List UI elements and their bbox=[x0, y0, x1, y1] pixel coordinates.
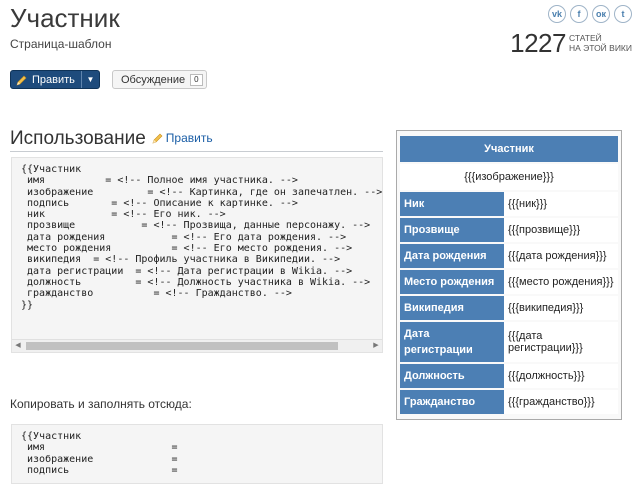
infobox-table: Участник {{{изображение}}} Ник {{{ник}}}… bbox=[400, 134, 618, 416]
facebook-icon[interactable]: f bbox=[570, 5, 588, 23]
pencil-icon bbox=[16, 75, 27, 85]
infobox-title: Участник bbox=[400, 136, 618, 162]
article-count: 1227 bbox=[510, 28, 566, 58]
usage-heading-text: Использование bbox=[10, 128, 146, 149]
heading-divider bbox=[10, 151, 383, 152]
article-count-label: СТАТЕЙ НА ЭТОЙ ВИКИ bbox=[569, 33, 632, 53]
copy-code-text: {{Участник имя = изображение = подпись = bbox=[21, 431, 178, 476]
scroll-right-icon[interactable]: ▶ bbox=[372, 342, 380, 350]
usage-code-block[interactable]: {{Участник имя = <!-- Полное имя участни… bbox=[11, 157, 383, 353]
twitter-icon[interactable]: t bbox=[614, 5, 632, 23]
infobox-label: Прозвище bbox=[400, 218, 504, 242]
infobox-label: Должность bbox=[400, 364, 504, 388]
chevron-down-icon[interactable]: ▼ bbox=[81, 71, 99, 88]
edit-button-group[interactable]: Править ▼ bbox=[10, 70, 100, 89]
infobox-label: Дата рождения bbox=[400, 244, 504, 268]
infobox-value: {{{википедия}}} bbox=[504, 296, 618, 320]
infobox-label: Гражданство bbox=[400, 390, 504, 414]
infobox-row: Дата регистрации {{{дата регистрации}}} bbox=[400, 322, 618, 362]
infobox-row: Ник {{{ник}}} bbox=[400, 192, 618, 216]
pencil-icon bbox=[152, 133, 163, 144]
infobox-row: Прозвище {{{прозвище}}} bbox=[400, 218, 618, 242]
scrollbar-thumb[interactable] bbox=[26, 342, 338, 350]
infobox-row: Гражданство {{{гражданство}}} bbox=[400, 390, 618, 414]
infobox-row: Дата рождения {{{дата рождения}}} bbox=[400, 244, 618, 268]
page-title: Участник bbox=[10, 3, 120, 33]
page-subtitle: Страница-шаблон bbox=[10, 37, 112, 51]
infobox: Участник {{{изображение}}} Ник {{{ник}}}… bbox=[396, 130, 622, 420]
infobox-value: {{{место рождения}}} bbox=[504, 270, 618, 294]
infobox-label: Дата регистрации bbox=[400, 322, 504, 362]
edit-button-label: Править bbox=[32, 73, 75, 86]
talk-button[interactable]: Обсуждение 0 bbox=[112, 70, 207, 89]
infobox-label: Википедия bbox=[400, 296, 504, 320]
infobox-value: {{{прозвище}}} bbox=[504, 218, 618, 242]
section-edit-link[interactable]: Править bbox=[152, 131, 213, 145]
usage-code-text: {{Участник имя = <!-- Полное имя участни… bbox=[21, 164, 383, 311]
scroll-left-icon[interactable]: ◀ bbox=[14, 342, 22, 350]
stats-label-line1: СТАТЕЙ bbox=[568, 33, 602, 43]
infobox-label: Ник bbox=[400, 192, 504, 216]
edit-button[interactable]: Править bbox=[11, 71, 81, 88]
infobox-row: Википедия {{{википедия}}} bbox=[400, 296, 618, 320]
infobox-value: {{{дата рождения}}} bbox=[504, 244, 618, 268]
section-edit-label: Править bbox=[165, 131, 213, 145]
odnoklassniki-icon[interactable]: ок bbox=[592, 5, 610, 23]
social-links: vk f ок t bbox=[548, 5, 632, 23]
vk-icon[interactable]: vk bbox=[548, 5, 566, 23]
copy-code-block[interactable]: {{Участник имя = изображение = подпись = bbox=[11, 424, 383, 484]
infobox-value: {{{должность}}} bbox=[504, 364, 618, 388]
infobox-value: {{{ник}}} bbox=[504, 192, 618, 216]
infobox-row: Должность {{{должность}}} bbox=[400, 364, 618, 388]
infobox-image: {{{изображение}}} bbox=[400, 164, 618, 190]
stats-label-line2: НА ЭТОЙ ВИКИ bbox=[568, 43, 632, 53]
infobox-label: Место рождения bbox=[400, 270, 504, 294]
article-stats: 1227 СТАТЕЙ НА ЭТОЙ ВИКИ bbox=[510, 30, 632, 56]
infobox-value: {{{дата регистрации}}} bbox=[504, 322, 618, 362]
talk-button-label: Обсуждение bbox=[121, 73, 186, 86]
talk-count-badge: 0 bbox=[190, 73, 203, 86]
horizontal-scrollbar[interactable]: ◀ ▶ bbox=[12, 339, 382, 352]
infobox-value: {{{гражданство}}} bbox=[504, 390, 618, 414]
copy-instruction: Копировать и заполнять отсюда: bbox=[10, 397, 192, 411]
infobox-row: Место рождения {{{место рождения}}} bbox=[400, 270, 618, 294]
usage-heading: Использование Править bbox=[10, 128, 213, 150]
